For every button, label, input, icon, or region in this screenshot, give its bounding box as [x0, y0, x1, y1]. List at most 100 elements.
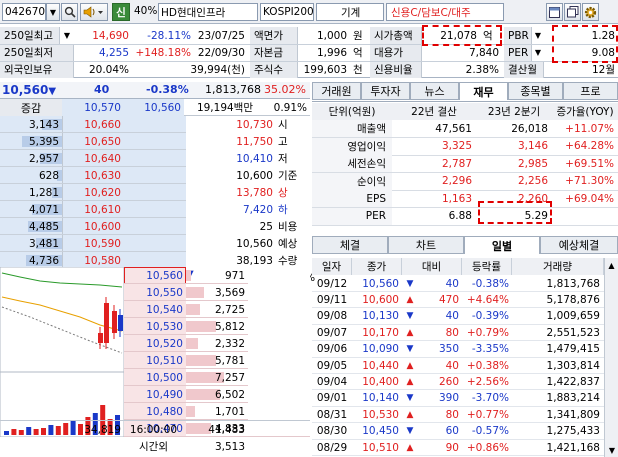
face-unit: 원	[353, 30, 363, 42]
credit-ratio-value: 2.38%	[465, 63, 499, 76]
down-arrow-icon: ▼	[406, 344, 414, 355]
stock-name: HD현대인프라	[158, 3, 258, 21]
ask-price[interactable]: 10,610	[62, 201, 124, 218]
settle-label: 결산월	[504, 61, 544, 78]
tab-program[interactable]: 프로	[563, 82, 618, 100]
down-arrow-icon: ▼	[406, 393, 414, 404]
margin-ratio: 40%	[134, 5, 158, 17]
bid-price[interactable]: 10,520	[124, 335, 186, 352]
tab-chart[interactable]: 차트	[388, 236, 464, 254]
pbr-label: PBR	[504, 27, 532, 44]
daily-diff: 90	[445, 441, 459, 454]
daily-header: 거래량	[512, 258, 604, 275]
ask-price[interactable]: 10,600	[62, 218, 124, 235]
daily-date: 09/06	[316, 343, 348, 356]
daily-diff: 40	[445, 310, 459, 323]
index-name: KOSPI200	[260, 3, 314, 21]
code-dropdown-icon[interactable]: ▼	[46, 3, 60, 21]
bid-price[interactable]: 10,480	[124, 403, 186, 420]
tab-finance[interactable]: 재무	[459, 82, 508, 100]
high250-price: 14,690	[92, 29, 129, 42]
tab-daily[interactable]: 일별	[464, 236, 540, 254]
fin-yoy-value: +11.07%	[565, 122, 614, 135]
credit-badge: 신	[112, 3, 130, 21]
toolbar: 042670 ▼ 신 40% HD현대인프라 KOSPI200 기계 신용C/담…	[0, 0, 618, 24]
trade-volume: 1,813,768	[205, 83, 261, 96]
low250-price: 4,255	[98, 46, 129, 59]
candle-body	[118, 315, 123, 331]
daily-volume: 1,422,837	[546, 375, 600, 388]
daily-diff: 80	[445, 408, 459, 421]
down-arrow-icon: ▼	[406, 426, 414, 437]
fin-22-value: 1,163	[441, 192, 472, 205]
fin-row-label: 영업이익	[312, 137, 392, 155]
tab-traders[interactable]: 거래원	[312, 82, 361, 100]
window-icon[interactable]	[546, 3, 563, 21]
tab-expected[interactable]: 예상체결	[540, 236, 618, 254]
bid-price[interactable]: 10,560	[124, 267, 186, 284]
ask-info-label: 시	[278, 119, 288, 131]
stock-code-input[interactable]: 042670	[2, 3, 46, 21]
high250-label: 250일최고	[0, 27, 60, 44]
after-qty: 3,513	[214, 440, 245, 453]
daily-close: 10,560	[362, 277, 399, 290]
ask-info-value: 10,410	[236, 152, 273, 165]
bid-price[interactable]: 10,490	[124, 386, 186, 403]
ask-price[interactable]: 10,650	[62, 133, 124, 150]
per-dropdown-icon[interactable]: ▼	[532, 44, 544, 61]
daily-row-line	[312, 455, 604, 456]
high250-dropdown-icon[interactable]: ▼	[60, 27, 74, 44]
search-icon[interactable]	[61, 3, 78, 21]
daily-volume: 1,341,809	[546, 408, 600, 421]
daily-rate: +0.77%	[466, 408, 509, 421]
ask-price[interactable]: 10,660	[62, 116, 124, 133]
bid-price[interactable]: 10,500	[124, 369, 186, 386]
ask-price[interactable]: 10,590	[62, 235, 124, 252]
pbr-dropdown-icon[interactable]: ▼	[532, 27, 544, 44]
scroll-up-icon[interactable]: ▲	[605, 258, 618, 272]
scroll-down-icon[interactable]: ▼	[605, 443, 618, 457]
ask-price[interactable]: 10,630	[62, 167, 124, 184]
volume-bar	[33, 429, 39, 435]
ask-empty	[124, 167, 186, 184]
daily-close: 10,450	[362, 425, 399, 438]
daily-diff: 350	[438, 343, 459, 356]
daily-scrollbar[interactable]: ▲ ▼	[604, 258, 618, 457]
daily-date: 08/30	[316, 425, 348, 438]
ask-price[interactable]: 10,620	[62, 184, 124, 201]
foreign-label: 외국인보유	[0, 61, 74, 78]
bid-qty: 7,257	[214, 371, 245, 384]
fin-row-label: 순이익	[312, 172, 392, 190]
ref-price2: 10,560	[124, 99, 184, 116]
bid-price[interactable]: 10,510	[124, 352, 186, 369]
up-arrow-icon: ▲	[406, 327, 414, 338]
daily-date: 09/08	[316, 310, 348, 323]
face-value: 1,000	[316, 29, 347, 42]
tab-trades[interactable]: 체결	[312, 236, 388, 254]
daily-diff: 40	[445, 359, 459, 372]
gear-icon[interactable]	[582, 3, 599, 21]
ask-empty	[124, 116, 186, 133]
speaker-icon[interactable]	[80, 3, 108, 21]
bid-price[interactable]: 10,540	[124, 301, 186, 318]
capital-unit: 억	[353, 47, 363, 59]
bid-price[interactable]: 10,550	[124, 284, 186, 301]
daily-date: 08/31	[316, 408, 348, 421]
tab-news[interactable]: 뉴스	[410, 82, 459, 100]
mktcap-label: 시가총액	[370, 27, 422, 44]
tab-investors[interactable]: 투자자	[361, 82, 410, 100]
daily-close: 10,440	[362, 359, 399, 372]
bid-price[interactable]: 10,530	[124, 318, 186, 335]
ask-price[interactable]: 10,640	[62, 150, 124, 167]
ask-empty	[124, 133, 186, 150]
daily-date: 09/07	[316, 326, 348, 339]
copy-icon[interactable]	[564, 3, 581, 21]
sector-name: 기계	[316, 3, 384, 21]
candle-body	[98, 333, 103, 343]
volume-bar	[41, 428, 46, 435]
tab-sector[interactable]: 종목별	[508, 82, 563, 100]
amount: 19,194백만	[196, 102, 253, 114]
daily-header: 등락률	[462, 258, 512, 275]
increase-label: 증감	[0, 99, 62, 116]
volume-bar	[18, 430, 24, 435]
